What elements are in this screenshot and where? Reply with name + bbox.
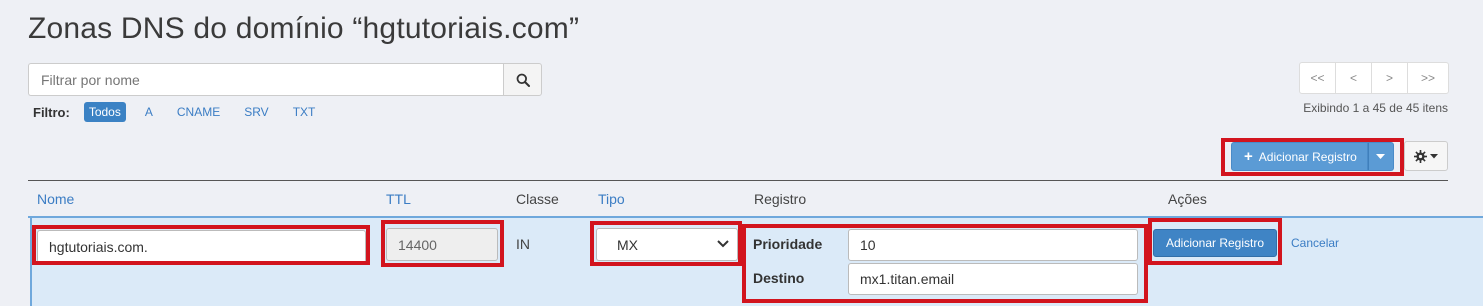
column-header-registro: Registro <box>754 191 807 207</box>
class-value: IN <box>516 236 530 252</box>
table-top-border <box>28 180 1448 181</box>
caret-down-icon <box>1430 153 1438 158</box>
filter-option-todos[interactable]: Todos <box>83 102 126 122</box>
destination-field[interactable]: mx1.titan.email <box>848 263 1138 295</box>
plus-icon: + <box>1244 148 1253 165</box>
pagination-last-button[interactable]: >> <box>1407 62 1449 94</box>
search-button[interactable] <box>503 63 542 96</box>
add-record-label: Adicionar Registro <box>1258 149 1357 164</box>
name-field[interactable]: hgtutoriais.com. <box>37 230 366 263</box>
search-icon <box>516 73 530 87</box>
search-bar <box>28 63 542 96</box>
chevron-down-icon <box>717 240 729 248</box>
ttl-field: 14400 <box>386 228 498 261</box>
pagination-next-button[interactable]: > <box>1371 62 1408 94</box>
gear-icon <box>1414 149 1427 163</box>
column-header-nome[interactable]: Nome <box>37 191 74 207</box>
caret-down-icon <box>1376 153 1386 159</box>
add-record-dropdown-toggle[interactable] <box>1367 142 1394 171</box>
settings-dropdown-button[interactable] <box>1404 141 1448 171</box>
filter-option-srv[interactable]: SRV <box>239 102 273 122</box>
pagination-first-button[interactable]: << <box>1299 62 1336 94</box>
type-select[interactable]: MX <box>596 228 738 261</box>
priority-field[interactable]: 10 <box>848 229 1138 261</box>
filter-option-cname[interactable]: CNAME <box>172 102 225 122</box>
pagination: << < > >> <box>1299 62 1449 94</box>
column-header-classe: Classe <box>516 191 559 207</box>
page-title: Zonas DNS do domínio “hgtutoriais.com” <box>28 12 580 45</box>
add-record-split-button: + Adicionar Registro <box>1231 142 1394 171</box>
column-header-tipo[interactable]: Tipo <box>598 191 625 207</box>
filter-bar: Filtro: Todos A CNAME SRV TXT <box>33 102 328 122</box>
type-select-value: MX <box>617 236 638 253</box>
filter-label: Filtro: <box>33 104 70 120</box>
cancel-link[interactable]: Cancelar <box>1291 236 1339 250</box>
priority-label: Prioridade <box>753 236 823 252</box>
filter-option-a[interactable]: A <box>140 102 158 122</box>
pagination-info: Exibindo 1 a 45 de 45 itens <box>1303 101 1448 115</box>
save-record-button[interactable]: Adicionar Registro <box>1153 229 1277 257</box>
destination-label: Destino <box>753 270 805 286</box>
filter-option-txt[interactable]: TXT <box>288 102 321 122</box>
column-header-acoes: Ações <box>1168 191 1207 207</box>
column-header-ttl[interactable]: TTL <box>386 191 411 207</box>
pagination-prev-button[interactable]: < <box>1335 62 1372 94</box>
search-input[interactable] <box>28 63 503 96</box>
add-record-button[interactable]: + Adicionar Registro <box>1231 142 1368 171</box>
